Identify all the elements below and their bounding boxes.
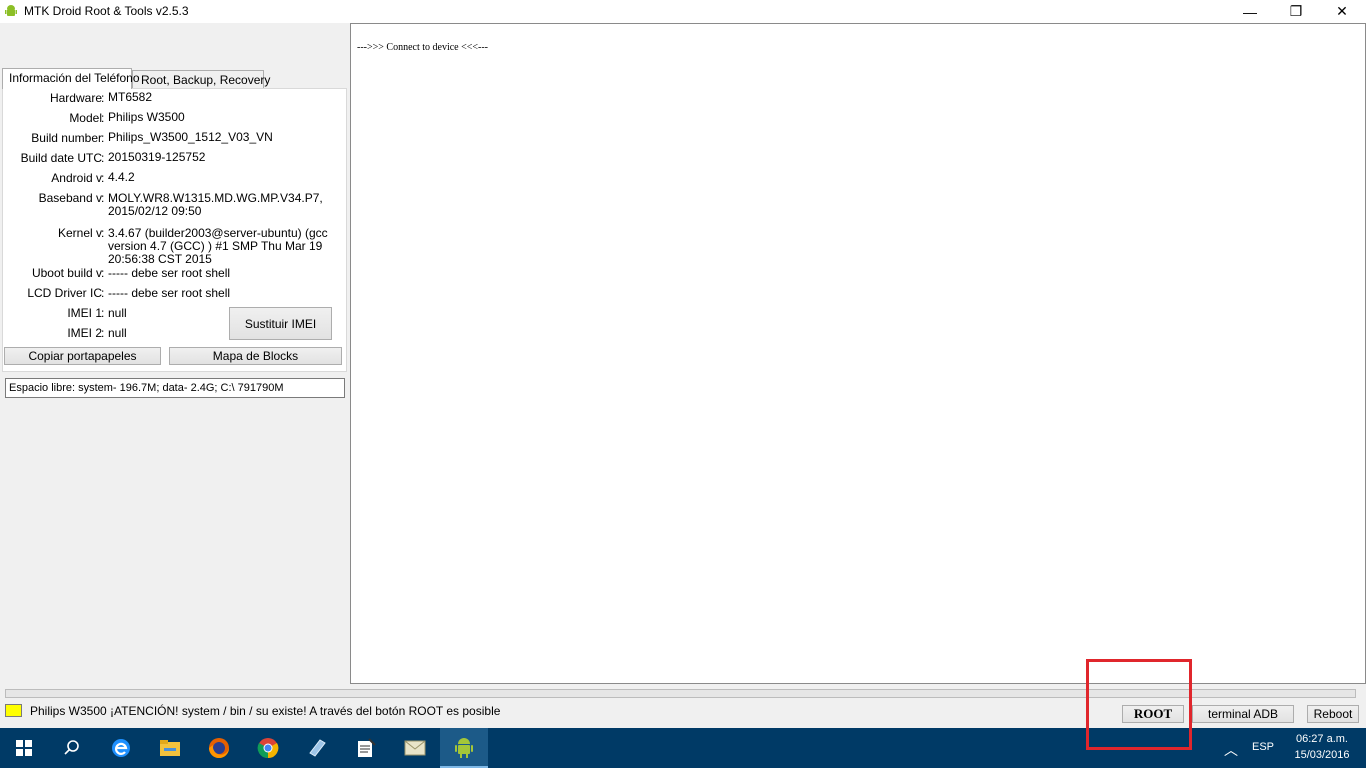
lcd-label: LCD Driver IC: [27, 286, 102, 300]
language-indicator[interactable]: ESP: [1252, 741, 1274, 753]
separator: :: [101, 131, 105, 145]
log-text: --->>> Connect to device <<<---: [357, 42, 489, 53]
kernel-label: Kernel v: [57, 226, 102, 240]
file-explorer-icon[interactable]: [146, 728, 194, 768]
hardware-label: Hardware: [49, 91, 102, 105]
status-message: Philips W3500 ¡ATENCIÓN! system / bin / …: [30, 704, 501, 718]
reboot-button[interactable]: Reboot: [1307, 705, 1359, 723]
separator: :: [101, 111, 105, 125]
build-date-value: 20150319-125752: [108, 150, 206, 164]
adb-terminal-button[interactable]: terminal ADB: [1192, 705, 1294, 723]
windows-start-icon[interactable]: [0, 728, 48, 768]
kernel-value: 3.4.67 (builder2003@server-ubuntu) (gcc …: [108, 226, 328, 266]
clock[interactable]: 06:27 a.m. 15/03/2016: [1287, 731, 1357, 763]
model-value: Philips W3500: [108, 110, 185, 124]
maximize-button[interactable]: ❐: [1273, 0, 1319, 23]
replace-imei-button[interactable]: Sustituir IMEI: [229, 307, 332, 340]
block-map-button[interactable]: Mapa de Blocks: [169, 347, 342, 365]
firefox-icon[interactable]: [195, 728, 243, 768]
separator: :: [101, 286, 105, 300]
chevron-up-icon[interactable]: ︿: [1224, 740, 1238, 760]
minimize-button[interactable]: —: [1227, 0, 1273, 23]
log-panel[interactable]: --->>> Connect to device <<<---: [350, 23, 1366, 684]
separator: :: [101, 226, 105, 240]
edge-icon[interactable]: [97, 728, 145, 768]
android-value: 4.4.2: [108, 170, 135, 184]
android-app-icon: [5, 5, 17, 16]
uboot-label: Uboot build v: [31, 266, 102, 280]
imei2-label: IMEI 2: [67, 326, 102, 340]
separator: :: [101, 191, 105, 205]
uboot-value: ----- debe ser root shell: [108, 266, 231, 280]
baseband-value: MOLY.WR8.W1315.MD.WG.MP.V34.P7, 2015/02/…: [108, 191, 323, 218]
copy-clipboard-button[interactable]: Copiar portapapeles: [4, 347, 161, 365]
clock-time: 06:27 a.m.: [1296, 733, 1348, 745]
app-icon[interactable]: [293, 728, 341, 768]
build-date-label: Build date UTC: [20, 151, 102, 165]
android-label: Android v: [51, 171, 102, 185]
android-tool-icon[interactable]: [440, 728, 488, 768]
build-number-value: Philips_W3500_1512_V03_VN: [108, 130, 273, 144]
separator: :: [101, 306, 105, 320]
baseband-label: Baseband v: [38, 191, 102, 205]
chrome-icon[interactable]: [244, 728, 292, 768]
status-indicator: [5, 704, 22, 717]
hardware-value: MT6582: [108, 90, 153, 104]
mail-icon[interactable]: [391, 728, 439, 768]
clock-date: 15/03/2016: [1294, 749, 1350, 761]
separator: :: [101, 266, 105, 280]
separator: :: [101, 326, 105, 340]
imei1-label: IMEI 1: [67, 306, 102, 320]
notepad-icon[interactable]: [342, 728, 390, 768]
separator: :: [101, 91, 105, 105]
imei2-value: null: [108, 326, 127, 340]
tab-phone-info[interactable]: Información del Teléfono: [2, 68, 140, 89]
separator: :: [101, 151, 105, 165]
lcd-value: ----- debe ser root shell: [108, 286, 231, 300]
tab-root-backup-recovery[interactable]: Root, Backup, Recovery: [132, 70, 270, 89]
model-label: Model: [69, 111, 102, 125]
separator: :: [101, 171, 105, 185]
imei1-value: null: [108, 306, 127, 320]
close-button[interactable]: ✕: [1319, 0, 1365, 23]
build-number-label: Build number: [31, 131, 102, 145]
free-space-field: Espacio libre: system- 196.7M; data- 2.4…: [5, 378, 345, 398]
title-bar: MTK Droid Root & Tools v2.5.3 — ❐ ✕: [0, 0, 1366, 23]
highlight-annotation-box: [1086, 659, 1192, 750]
search-icon[interactable]: [48, 728, 96, 768]
window-title: MTK Droid Root & Tools v2.5.3: [24, 4, 189, 18]
